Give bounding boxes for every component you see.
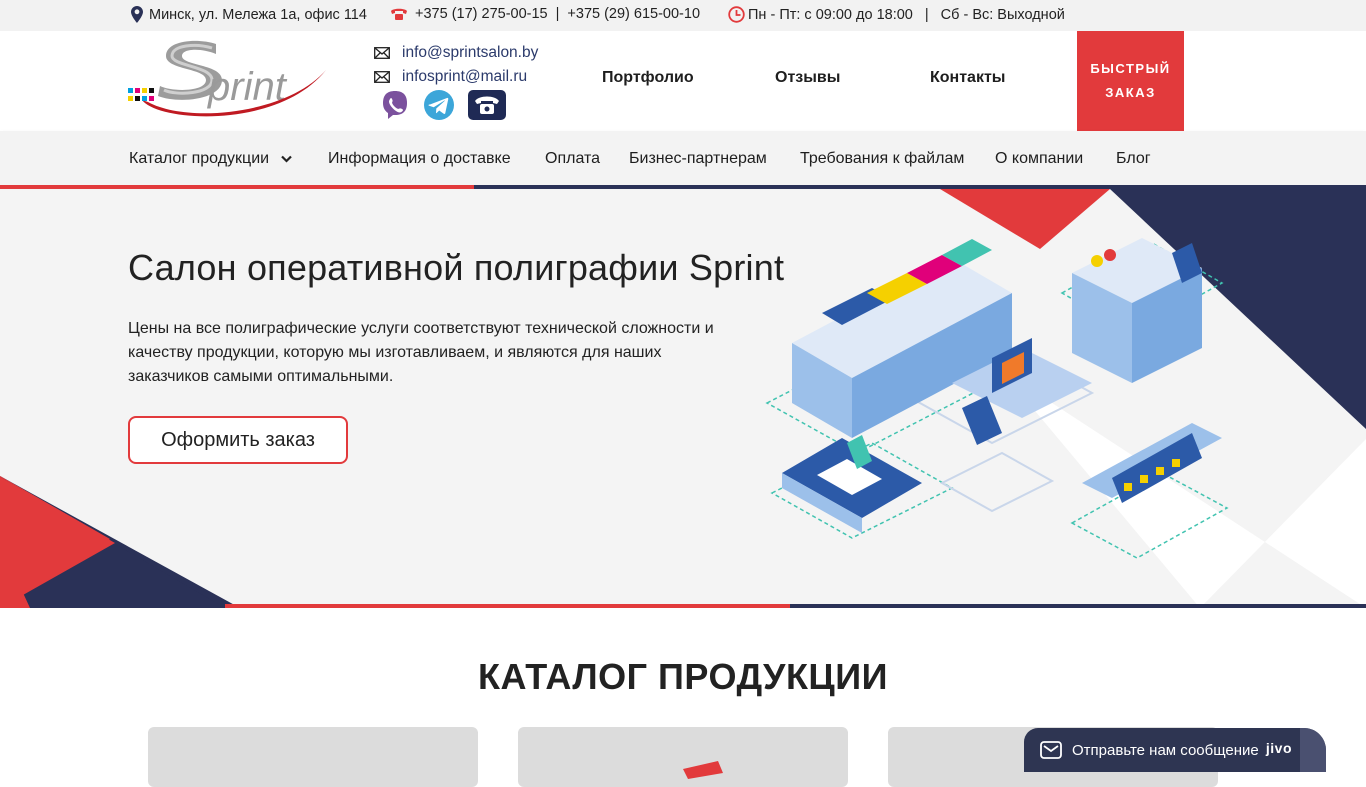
email-link-1[interactable]: info@sprintsalon.by: [402, 44, 538, 62]
catalog-title: КАТАЛОГ ПРОДУКЦИИ: [478, 656, 888, 697]
main-menu: Каталог продукции Информация о доставке …: [0, 131, 1366, 187]
phone-1[interactable]: +375 (17) 275-00-15: [415, 6, 548, 22]
phones: +375 (17) 275-00-15 | +375 (29) 615-00-1…: [390, 6, 700, 22]
header: print info@sprintsalon.by infosprint@mai…: [0, 31, 1366, 131]
email-link-2[interactable]: infosprint@mail.ru: [402, 68, 527, 86]
chat-widget[interactable]: Отправьте нам сообщение jivo: [1024, 728, 1326, 772]
nav-reviews[interactable]: Отзывы: [775, 69, 840, 87]
hero-banner: Салон оперативной полиграфии Sprint Цены…: [0, 189, 1366, 608]
email-row-1: info@sprintsalon.by: [374, 41, 538, 65]
hours-separator: |: [924, 6, 929, 23]
catalog-card[interactable]: [518, 727, 848, 787]
printing-equipment-illustration: [765, 238, 1229, 559]
email-row-2: infosprint@mail.ru: [374, 65, 538, 89]
hero-description: Цены на все полиграфические услуги соотв…: [128, 320, 714, 385]
email-contacts: info@sprintsalon.by infosprint@mail.ru: [374, 41, 538, 89]
mail-icon: [374, 47, 390, 59]
sprint-logo[interactable]: print: [128, 38, 328, 124]
chat-label: Отправьте нам сообщение: [1072, 741, 1259, 759]
work-hours: Пн - Пт: с 09:00 до 18:00 | Сб - Вс: Вых…: [728, 6, 1065, 23]
viber-icon[interactable]: [376, 89, 414, 121]
address-text: Минск, ул. Мележа 1а, офис 114: [149, 6, 367, 23]
quick-order-button[interactable]: БЫСТРЫЙ ЗАКАЗ: [1077, 31, 1184, 131]
hero-title: Салон оперативной полиграфии Sprint: [128, 247, 785, 288]
product-image: [683, 761, 723, 779]
menu-catalog[interactable]: Каталог продукции: [129, 150, 292, 168]
quick-order-line-2: ЗАКАЗ: [1105, 85, 1156, 100]
chevron-down-icon: [281, 155, 292, 163]
menu-about[interactable]: О компании: [995, 150, 1083, 168]
phone-2[interactable]: +375 (29) 615-00-10: [567, 6, 700, 22]
order-button[interactable]: Оформить заказ: [128, 416, 348, 464]
nav-portfolio[interactable]: Портфолио: [602, 69, 694, 87]
clock-icon: [728, 6, 745, 23]
location-pin-icon: [131, 6, 143, 23]
jivo-logo: jivo: [1265, 740, 1292, 756]
quick-order-line-1: БЫСТРЫЙ: [1090, 61, 1171, 76]
menu-delivery[interactable]: Информация о доставке: [328, 150, 511, 168]
phone-separator: |: [555, 6, 560, 22]
address: Минск, ул. Мележа 1а, офис 114: [131, 6, 367, 23]
menu-file-requirements[interactable]: Требования к файлам: [800, 150, 964, 168]
catalog-card[interactable]: [148, 727, 478, 787]
phone-call-icon[interactable]: [468, 89, 506, 121]
telegram-icon[interactable]: [420, 89, 458, 121]
menu-payment[interactable]: Оплата: [545, 150, 600, 168]
top-info-bar: Минск, ул. Мележа 1а, офис 114 +375 (17)…: [0, 0, 1366, 31]
chat-widget-edge: [1300, 728, 1326, 772]
message-icon: [1040, 741, 1062, 759]
menu-partners[interactable]: Бизнес-партнерам: [629, 150, 767, 168]
hours-weekdays: Пн - Пт: с 09:00 до 18:00: [748, 6, 913, 23]
menu-catalog-label: Каталог продукции: [129, 150, 270, 167]
phone-icon: [391, 8, 407, 20]
menu-blog[interactable]: Блог: [1116, 150, 1151, 168]
hours-weekend: Сб - Вс: Выходной: [940, 6, 1065, 23]
nav-contacts[interactable]: Контакты: [930, 69, 1005, 87]
mail-icon: [374, 71, 390, 83]
